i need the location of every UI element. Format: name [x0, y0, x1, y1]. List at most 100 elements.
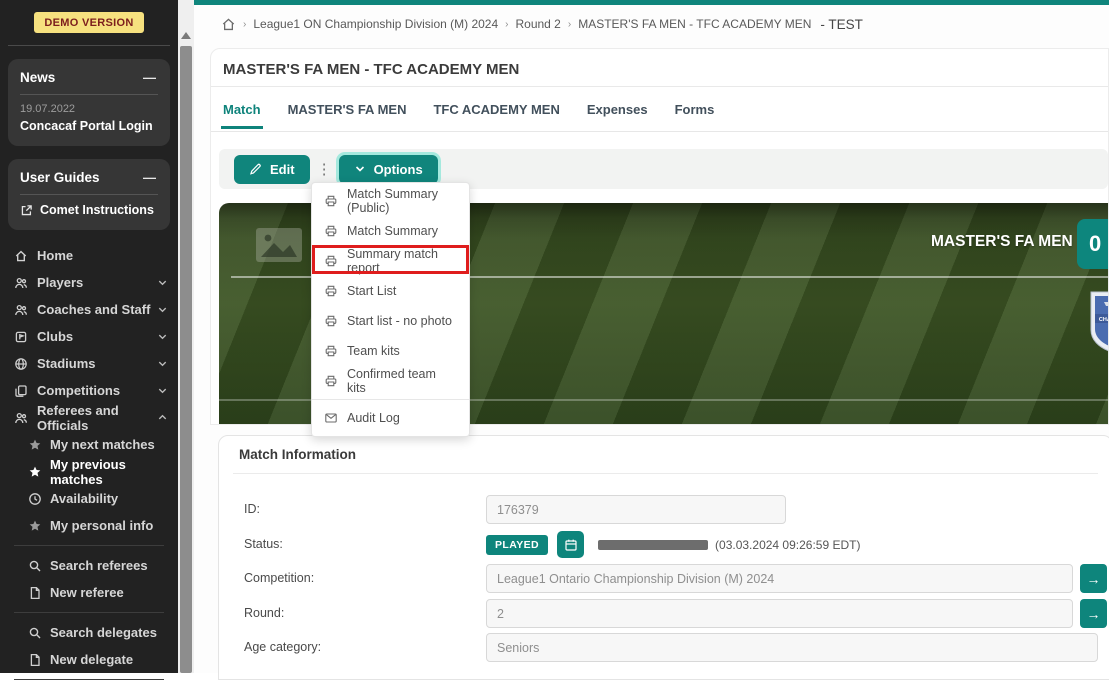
edit-button[interactable]: Edit	[234, 155, 310, 184]
coaches-icon	[14, 303, 28, 317]
sidebar-item-my-next-matches[interactable]: My next matches	[0, 431, 178, 458]
age-category-field[interactable]	[486, 633, 1098, 662]
user-guides-card: User Guides — Comet Instructions	[8, 159, 170, 230]
tab-home-team[interactable]: MASTER'S FA MEN	[288, 102, 407, 129]
printer-icon	[324, 224, 338, 238]
sidebar-scrollbar[interactable]	[178, 0, 194, 673]
id-field[interactable]	[486, 495, 786, 524]
chevron-down-icon	[157, 358, 168, 369]
calendar-button[interactable]	[557, 531, 584, 558]
players-icon	[14, 276, 28, 290]
breadcrumb-match[interactable]: MASTER'S FA MEN - TFC ACADEMY MEN	[578, 17, 811, 31]
sidebar-item-referees-and-officials[interactable]: Referees and Officials	[0, 404, 178, 431]
competition-label: Competition:	[244, 571, 314, 585]
news-link[interactable]: Concacaf Portal Login	[20, 119, 158, 133]
news-card: News — 19.07.2022 Concacaf Portal Login	[8, 59, 170, 146]
badge-text: CHAMP	[1099, 317, 1108, 323]
sidebar-item-my-personal-info[interactable]: My personal info	[0, 512, 178, 539]
status-timestamp: (03.03.2024 09:26:59 EDT)	[715, 538, 860, 552]
divider	[211, 131, 1108, 132]
image-placeholder-icon	[255, 227, 303, 263]
sidebar-item-availability[interactable]: Availability	[0, 485, 178, 512]
printer-icon	[324, 284, 338, 298]
chevron-down-icon	[354, 163, 366, 175]
sidebar-item-search-referees[interactable]: Search referees	[0, 552, 178, 579]
sidebar-item-stadiums[interactable]: Stadiums	[0, 350, 178, 377]
menu-item-summary-match-report[interactable]: Summary match report	[312, 246, 469, 276]
scrollbar-thumb[interactable]	[180, 46, 192, 673]
options-dropdown-menu: Match Summary (Public) Match Summary Sum…	[311, 182, 470, 437]
sidebar-item-competitions[interactable]: Competitions	[0, 377, 178, 404]
divider	[211, 86, 1108, 87]
chevron-down-icon	[157, 304, 168, 315]
breadcrumb-separator: ›	[568, 19, 571, 30]
sidebar-divider	[8, 45, 170, 46]
chevron-down-icon	[157, 331, 168, 342]
star-icon	[28, 438, 42, 452]
document-icon	[28, 586, 42, 600]
options-button[interactable]: Options	[339, 155, 438, 184]
main-content: › League1 ON Championship Division (M) 2…	[194, 0, 1109, 673]
age-category-label: Age category:	[244, 640, 321, 654]
divider	[233, 473, 1098, 474]
home-team-name: MASTER'S FA MEN	[931, 233, 1073, 251]
menu-item-match-summary-public[interactable]: Match Summary (Public)	[312, 186, 469, 216]
home-icon	[14, 249, 28, 263]
user-guides-minimize-button[interactable]: —	[141, 170, 158, 185]
tab-away-team[interactable]: TFC ACADEMY MEN	[433, 102, 559, 129]
menu-item-match-summary[interactable]: Match Summary	[312, 216, 469, 246]
match-information-card: Match Information ID: Status: PLAYED (03…	[218, 435, 1109, 680]
status-badge: PLAYED	[486, 535, 548, 555]
tab-forms[interactable]: Forms	[675, 102, 715, 129]
breadcrumb-round[interactable]: Round 2	[515, 17, 560, 31]
stadiums-icon	[14, 357, 28, 371]
sidebar-item-players[interactable]: Players	[0, 269, 178, 296]
menu-item-confirmed-team-kits[interactable]: Confirmed team kits	[312, 366, 469, 396]
comet-instructions-link[interactable]: Comet Instructions	[20, 203, 158, 217]
breadcrumb-competition[interactable]: League1 ON Championship Division (M) 202…	[253, 17, 498, 31]
competition-badge: CHAMP	[1088, 288, 1108, 354]
printer-icon	[324, 254, 338, 268]
search-icon	[28, 559, 42, 573]
chevron-up-icon	[157, 412, 168, 423]
id-label: ID:	[244, 502, 260, 516]
section-heading: Match Information	[239, 447, 356, 462]
referees-icon	[14, 411, 28, 425]
sidebar-item-new-referee[interactable]: New referee	[0, 579, 178, 606]
menu-item-start-list[interactable]: Start List	[312, 276, 469, 306]
competition-go-button[interactable]: →	[1080, 564, 1107, 593]
chevron-down-icon	[157, 277, 168, 288]
breadcrumb-separator: ›	[243, 19, 246, 30]
breadcrumb-test-suffix: - TEST	[820, 17, 863, 32]
sidebar-item-coaches-and-staff[interactable]: Coaches and Staff	[0, 296, 178, 323]
round-field[interactable]	[486, 599, 1073, 628]
status-label: Status:	[244, 537, 283, 551]
menu-item-start-list-no-photo[interactable]: Start list - no photo	[312, 306, 469, 336]
user-guides-title: User Guides	[20, 170, 100, 185]
home-score-box: 0	[1077, 219, 1108, 269]
sidebar-item-my-previous-matches[interactable]: My previous matches	[0, 458, 178, 485]
menu-item-audit-log[interactable]: Audit Log	[312, 403, 469, 433]
arrow-right-icon: →	[1087, 606, 1101, 622]
round-label: Round:	[244, 606, 284, 620]
sidebar-item-clubs[interactable]: Clubs	[0, 323, 178, 350]
tab-match[interactable]: Match	[223, 102, 261, 129]
demo-version-badge: DEMO VERSION	[34, 12, 144, 33]
status-row: PLAYED (03.03.2024 09:26:59 EDT)	[486, 531, 860, 558]
printer-icon	[324, 194, 338, 208]
external-link-icon	[20, 204, 33, 217]
competition-field[interactable]	[486, 564, 1073, 593]
breadcrumb-home-icon[interactable]	[221, 17, 236, 32]
menu-item-team-kits[interactable]: Team kits	[312, 336, 469, 366]
scrollbar-up-arrow[interactable]	[181, 32, 191, 39]
search-icon	[28, 626, 42, 640]
sidebar-item-search-delegates[interactable]: Search delegates	[0, 619, 178, 646]
pencil-icon	[249, 163, 262, 176]
more-actions-dots[interactable]: ⋮	[317, 160, 332, 178]
sidebar-item-home[interactable]: Home	[0, 242, 178, 269]
round-go-button[interactable]: →	[1080, 599, 1107, 628]
news-minimize-button[interactable]: —	[141, 70, 158, 85]
sidebar-item-new-delegate[interactable]: New delegate	[0, 646, 178, 673]
tab-expenses[interactable]: Expenses	[587, 102, 648, 129]
envelope-icon	[324, 411, 338, 425]
